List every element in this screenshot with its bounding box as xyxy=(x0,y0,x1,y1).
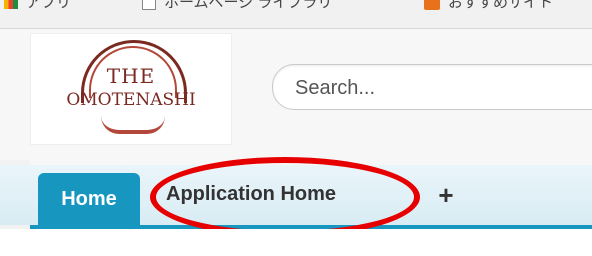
bookmark-page-label: ホームページ ライブラリ xyxy=(164,0,333,11)
bookmark-recommended[interactable]: おすすめサイト xyxy=(424,0,553,12)
tab-home[interactable]: Home xyxy=(38,173,140,225)
hand-icon xyxy=(101,116,165,134)
orange-bookmark-icon xyxy=(424,0,440,10)
add-tab-plus-icon[interactable]: + xyxy=(434,181,458,209)
tab-bar: Home Application Home + xyxy=(0,165,592,229)
omotenashi-logo[interactable]: THE OMOTENASHI xyxy=(30,33,232,145)
apps-grid-icon xyxy=(4,0,18,9)
bookmark-apps[interactable]: アプリ xyxy=(4,0,71,12)
search-box[interactable] xyxy=(272,64,592,110)
bookmark-recommended-label: おすすめサイト xyxy=(448,0,554,11)
tab-application-home-label: Application Home xyxy=(166,183,337,205)
search-input[interactable] xyxy=(293,73,592,103)
bookmarks-bar: アプリ ホームページ ライブラリ おすすめサイト xyxy=(0,0,592,29)
logo-text-name: OMOTENASHI xyxy=(66,90,196,110)
bookmark-apps-label: アプリ xyxy=(26,0,72,11)
bookmark-page[interactable]: ホームページ ライブラリ xyxy=(142,0,332,12)
page-header: THE OMOTENASHI xyxy=(0,29,592,165)
main-content xyxy=(0,229,592,256)
tab-home-label: Home xyxy=(61,187,117,210)
logo-text-the: THE xyxy=(106,64,156,88)
tab-application-home[interactable]: Application Home xyxy=(166,183,336,213)
page-icon xyxy=(142,0,156,10)
